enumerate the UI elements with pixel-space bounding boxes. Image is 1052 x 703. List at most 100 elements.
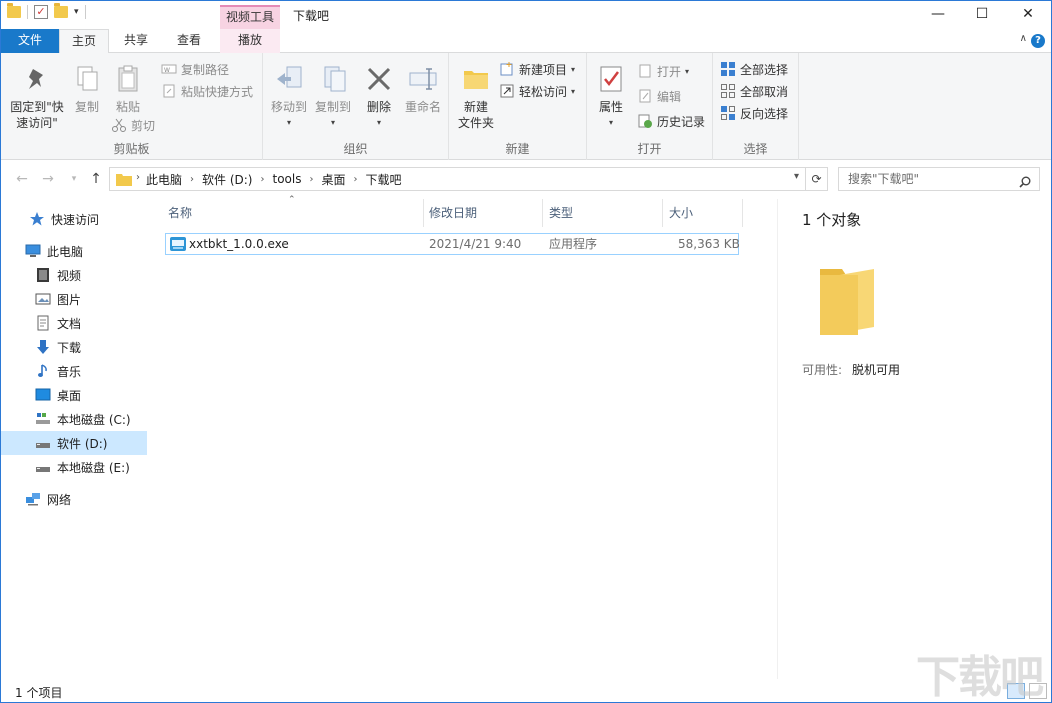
ribbon-tabs: 文件 主页 共享 查看 播放 ∧ ? bbox=[1, 29, 1051, 53]
search-input[interactable]: 搜索"下载吧" bbox=[838, 167, 1040, 191]
delete-button[interactable]: 删除 ▾ bbox=[359, 63, 399, 131]
chevron-right-icon[interactable]: › bbox=[353, 174, 357, 185]
chevron-right-icon[interactable]: › bbox=[309, 174, 313, 185]
sidebar-item-downloads[interactable]: 下载 bbox=[1, 335, 147, 359]
edit-label: 编辑 bbox=[657, 88, 681, 105]
sidebar-item-drive-d[interactable]: 软件 (D:) bbox=[1, 431, 147, 455]
sidebar-item-pictures[interactable]: 图片 bbox=[1, 287, 147, 311]
sidebar-item-label: 此电脑 bbox=[47, 243, 83, 260]
forward-button[interactable]: → bbox=[39, 170, 57, 188]
open-button[interactable]: 打开 ▾ bbox=[637, 61, 689, 81]
refresh-button[interactable]: ⟳ bbox=[806, 167, 828, 191]
scissors-icon bbox=[111, 117, 127, 133]
clipboard-group: 固定到"快 速访问" 复制 粘贴 W 复制路径 粘贴快捷方式 bbox=[1, 53, 263, 160]
rename-button[interactable]: 重命名 bbox=[401, 63, 445, 115]
maximize-button[interactable]: ☐ bbox=[959, 1, 1005, 29]
select-none-button[interactable]: 全部取消 bbox=[720, 81, 788, 101]
sidebar-item-label: 本地磁盘 (E:) bbox=[57, 459, 130, 476]
file-list: ⌃ 名称 修改日期 类型 大小 xxtbkt_1.0.0.exe 2021/4/… bbox=[151, 199, 776, 679]
video-tools-context-tab[interactable]: 视频工具 bbox=[220, 5, 280, 29]
back-button[interactable]: ← bbox=[13, 170, 31, 188]
new-item-button[interactable]: 新建项目 ▾ bbox=[499, 59, 575, 79]
properties-quick-icon[interactable]: ✓ bbox=[34, 5, 48, 19]
paste-icon bbox=[112, 63, 144, 95]
sidebar-item-drive-e[interactable]: 本地磁盘 (E:) bbox=[1, 455, 147, 479]
help-icon[interactable]: ? bbox=[1031, 34, 1045, 48]
sidebar-item-drive-c[interactable]: 本地磁盘 (C:) bbox=[1, 407, 147, 431]
properties-button[interactable]: 属性 ▾ bbox=[591, 63, 631, 131]
edit-icon bbox=[637, 88, 653, 104]
organize-group-label: 组织 bbox=[263, 140, 448, 157]
chevron-right-icon[interactable]: › bbox=[190, 174, 194, 185]
tab-play[interactable]: 播放 bbox=[220, 29, 280, 53]
address-bar[interactable]: › 此电脑 › 软件 (D:) › tools › 桌面 › 下载吧 ▾ bbox=[109, 167, 806, 191]
ribbon: 固定到"快 速访问" 复制 粘贴 W 复制路径 粘贴快捷方式 bbox=[1, 53, 1051, 160]
pin-quick-access-button[interactable]: 固定到"快 速访问" bbox=[7, 63, 67, 131]
chevron-up-icon[interactable]: ∧ bbox=[1020, 33, 1027, 44]
cut-button[interactable]: 剪切 bbox=[111, 115, 155, 135]
tab-view[interactable]: 查看 bbox=[165, 29, 213, 53]
file-type: 应用程序 bbox=[549, 234, 597, 254]
sidebar-item-network[interactable]: 网络 bbox=[1, 487, 147, 511]
sidebar-item-quick-access[interactable]: 快速访问 bbox=[1, 207, 147, 231]
sidebar-item-videos[interactable]: 视频 bbox=[1, 263, 147, 287]
delete-x-icon bbox=[363, 63, 395, 95]
paste-label: 粘贴 bbox=[107, 99, 149, 115]
close-button[interactable]: ✕ bbox=[1005, 1, 1051, 29]
breadcrumb-item[interactable]: tools bbox=[272, 172, 301, 186]
rename-label: 重命名 bbox=[401, 99, 445, 115]
paste-shortcut-icon bbox=[161, 83, 177, 99]
folder-icon bbox=[7, 6, 21, 18]
edit-button[interactable]: 编辑 bbox=[637, 86, 681, 106]
breadcrumb: 此电脑 › 软件 (D:) › tools › 桌面 › 下载吧 bbox=[146, 168, 402, 190]
copy-icon bbox=[71, 63, 103, 95]
pin-label: 固定到"快 速访问" bbox=[7, 99, 67, 131]
paste-button[interactable]: 粘贴 bbox=[107, 63, 149, 115]
copy-to-button[interactable]: 复制到 ▾ bbox=[311, 63, 355, 131]
new-folder-quick-icon[interactable] bbox=[54, 6, 68, 18]
breadcrumb-item[interactable]: 此电脑 bbox=[146, 171, 182, 188]
sidebar-item-desktop[interactable]: 桌面 bbox=[1, 383, 147, 407]
sidebar-item-label: 下载 bbox=[57, 339, 81, 356]
column-header-modified[interactable]: 修改日期 bbox=[423, 199, 543, 227]
copy-button[interactable]: 复制 bbox=[67, 63, 107, 115]
select-none-label: 全部取消 bbox=[740, 83, 788, 100]
select-all-icon bbox=[720, 61, 736, 77]
copy-path-button[interactable]: W 复制路径 bbox=[161, 59, 229, 79]
breadcrumb-item[interactable]: 软件 (D:) bbox=[202, 171, 252, 188]
easy-access-button[interactable]: 轻松访问 ▾ bbox=[499, 81, 575, 101]
history-label: 历史记录 bbox=[657, 113, 705, 130]
video-icon bbox=[35, 267, 51, 283]
new-item-label: 新建项目 bbox=[519, 61, 567, 78]
up-button[interactable]: ↑ bbox=[87, 170, 105, 188]
move-to-button[interactable]: 移动到 ▾ bbox=[267, 63, 311, 131]
details-pane: 1 个对象 可用性: 脱机可用 bbox=[777, 199, 1051, 679]
new-folder-label: 新建 文件夹 bbox=[453, 99, 499, 131]
invert-selection-button[interactable]: 反向选择 bbox=[720, 103, 788, 123]
table-row[interactable]: xxtbkt_1.0.0.exe 2021/4/21 9:40 应用程序 58,… bbox=[165, 233, 739, 255]
minimize-button[interactable]: — bbox=[915, 1, 961, 29]
navigation-pane: 快速访问 此电脑 视频 图片 文档 下载 音乐 桌面 bbox=[1, 199, 149, 679]
column-header-name[interactable]: 名称 bbox=[162, 199, 424, 227]
sidebar-item-this-pc[interactable]: 此电脑 bbox=[1, 239, 147, 263]
sidebar-item-music[interactable]: 音乐 bbox=[1, 359, 147, 383]
sidebar-item-documents[interactable]: 文档 bbox=[1, 311, 147, 335]
sidebar-item-label: 快速访问 bbox=[51, 211, 99, 228]
recent-locations-button[interactable]: ▾ bbox=[65, 170, 83, 188]
download-icon bbox=[35, 339, 51, 355]
select-all-button[interactable]: 全部选择 bbox=[720, 59, 788, 79]
tab-file[interactable]: 文件 bbox=[1, 29, 59, 53]
tab-share[interactable]: 共享 bbox=[113, 29, 159, 53]
breadcrumb-item[interactable]: 桌面 bbox=[321, 171, 345, 188]
breadcrumb-item[interactable]: 下载吧 bbox=[365, 171, 401, 188]
status-bar: 1 个项目 bbox=[1, 681, 1051, 702]
chevron-down-icon[interactable]: ▾ bbox=[794, 171, 799, 182]
customize-toolbar-icon[interactable]: ▾ bbox=[74, 7, 79, 17]
new-folder-button[interactable]: 新建 文件夹 bbox=[453, 63, 499, 131]
chevron-right-icon[interactable]: › bbox=[260, 174, 264, 185]
tab-home[interactable]: 主页 bbox=[59, 29, 109, 54]
column-header-type[interactable]: 类型 bbox=[543, 199, 663, 227]
column-header-size[interactable]: 大小 bbox=[663, 199, 743, 227]
history-button[interactable]: 历史记录 bbox=[637, 111, 705, 131]
paste-shortcut-button[interactable]: 粘贴快捷方式 bbox=[161, 81, 253, 101]
